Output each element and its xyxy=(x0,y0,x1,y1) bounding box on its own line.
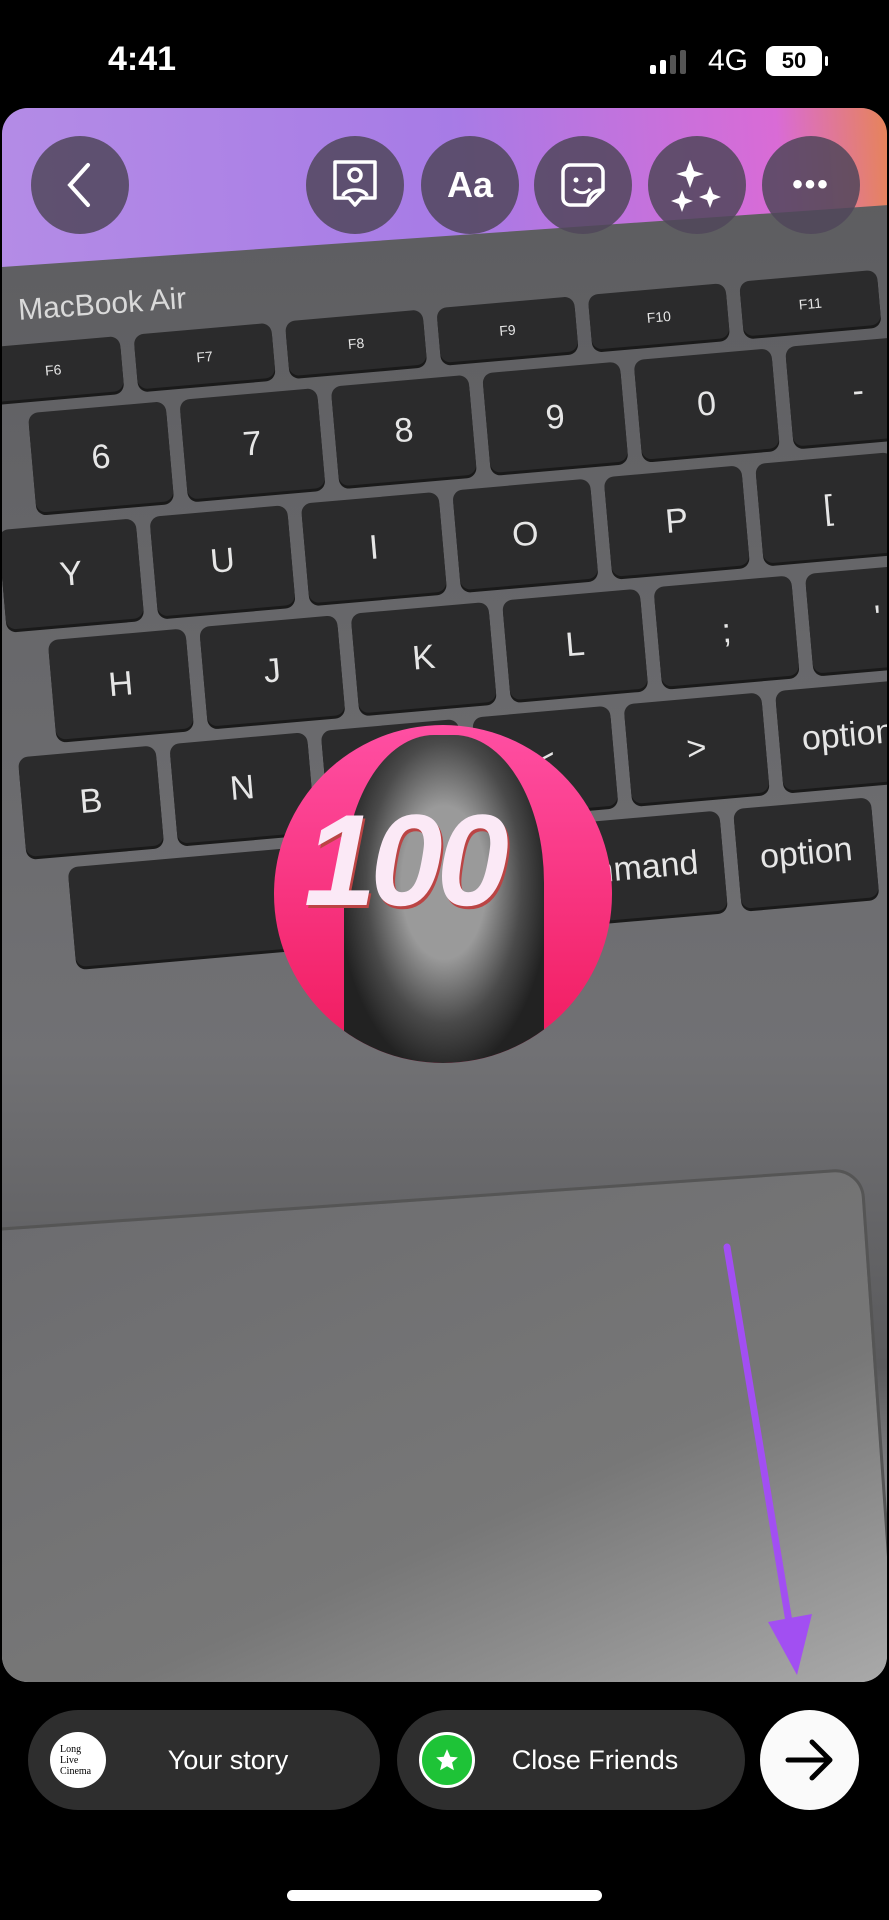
close-friends-button[interactable]: Close Friends xyxy=(397,1710,745,1810)
home-indicator[interactable] xyxy=(287,1890,602,1901)
share-next-button[interactable] xyxy=(760,1710,859,1810)
star-icon xyxy=(419,1732,475,1788)
your-story-label: Your story xyxy=(167,1744,289,1775)
your-story-button[interactable]: Long Live Cinema Your story xyxy=(28,1710,380,1810)
arrow-right-icon xyxy=(785,1739,832,1781)
account-avatar: Long Live Cinema xyxy=(50,1732,106,1788)
annotation-arrow xyxy=(723,1243,812,1675)
close-friends-label: Close Friends xyxy=(511,1744,679,1775)
